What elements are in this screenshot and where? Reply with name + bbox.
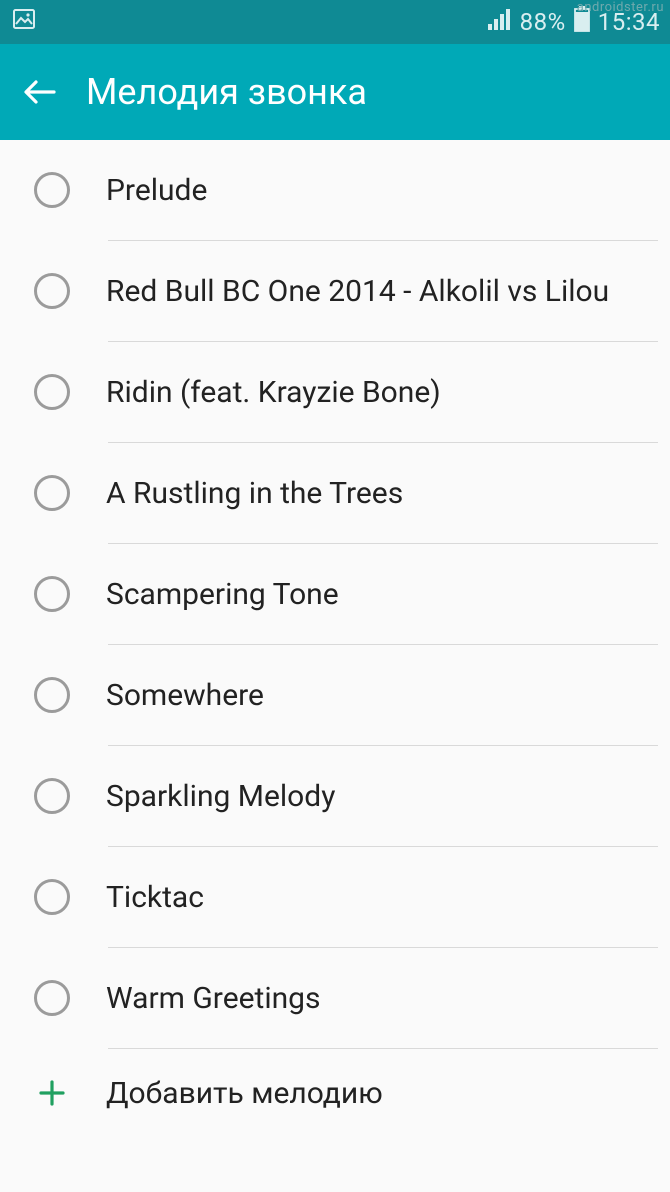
ringtone-label: Prelude [106,170,646,210]
radio-icon[interactable] [34,374,70,410]
radio-icon[interactable] [34,980,70,1016]
radio-icon[interactable] [34,475,70,511]
app-bar: Мелодия звонка [0,44,670,140]
ringtone-row[interactable]: Ticktac [0,847,670,947]
gallery-icon [12,7,36,37]
radio-icon[interactable] [34,879,70,915]
page-title: Мелодия звонка [86,71,367,113]
plus-icon [34,1075,70,1111]
radio-icon[interactable] [34,677,70,713]
ringtone-row[interactable]: Ridin (feat. Krayzie Bone) [0,342,670,442]
ringtone-row[interactable]: Warm Greetings [0,948,670,1048]
ringtone-label: Somewhere [106,675,646,715]
ringtone-row[interactable]: Red Bull BC One 2014 - Alkolil vs Lilou [0,241,670,341]
back-button[interactable] [22,74,58,110]
ringtone-row[interactable]: A Rustling in the Trees [0,443,670,543]
ringtone-row[interactable]: Scampering Tone [0,544,670,644]
radio-icon[interactable] [34,172,70,208]
status-bar: 88% 15:34 [0,0,670,44]
ringtone-label: Ridin (feat. Krayzie Bone) [106,372,646,412]
ringtone-label: Ticktac [106,877,646,917]
radio-icon[interactable] [34,778,70,814]
battery-percent: 88% [520,8,566,36]
ringtone-row[interactable]: Somewhere [0,645,670,745]
watermark: androidster.ru [577,0,664,15]
add-ringtone-row[interactable]: Добавить мелодию [0,1049,670,1137]
ringtone-row[interactable]: Prelude [0,140,670,240]
ringtone-label: Scampering Tone [106,574,646,614]
add-ringtone-label: Добавить мелодию [106,1076,383,1111]
ringtone-list: Prelude Red Bull BC One 2014 - Alkolil vs… [0,140,670,1137]
ringtone-row[interactable]: Sparkling Melody [0,746,670,846]
ringtone-label: Sparkling Melody [106,776,646,816]
radio-icon[interactable] [34,576,70,612]
ringtone-label: A Rustling in the Trees [106,473,646,513]
ringtone-label: Warm Greetings [106,978,646,1018]
signal-icon [488,8,512,36]
radio-icon[interactable] [34,273,70,309]
ringtone-label: Red Bull BC One 2014 - Alkolil vs Lilou [106,271,646,311]
